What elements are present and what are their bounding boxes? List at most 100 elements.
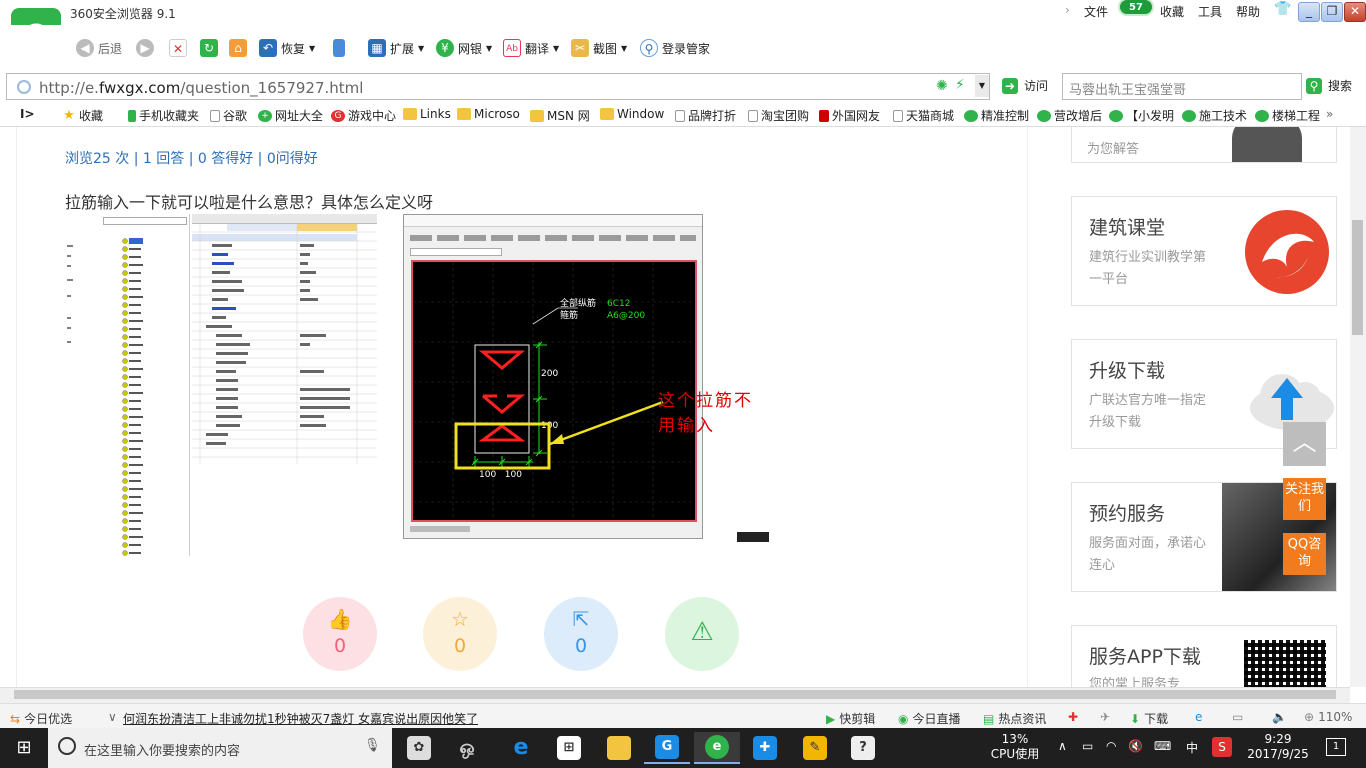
pin-icon[interactable]: ✈ [1100,710,1110,724]
security-icon[interactable]: ✺ [936,78,948,94]
fav-item-1[interactable]: 手机收藏夹 [128,107,199,124]
sogou-ime-icon[interactable]: S [1212,737,1232,757]
cad-dimension-200: 200 [541,369,558,379]
search-input[interactable]: 马蓉出轨王宝强堂哥 [1062,73,1302,100]
today-live-button[interactable]: ◉ 今日直播 [898,710,961,727]
extend-button[interactable]: ▦ 扩展 ▼ [368,37,424,59]
quick-clip-button[interactable]: ▶ 快剪辑 [826,710,875,727]
taskbar-app-360browser[interactable]: e [694,732,740,764]
netbank-button[interactable]: ¥ 网银 ▼ [436,37,492,59]
url-input[interactable]: http://e.fwxgx.com/question_1657927.html… [6,73,990,100]
more-favorites-icon[interactable]: » [1326,107,1333,121]
taskbar-app-notes[interactable]: ✎ [792,732,838,764]
fav-item-3[interactable]: + 网址大全 [258,107,323,124]
url-dropdown-icon[interactable]: ▼ [975,75,989,97]
question-screenshot-image[interactable]: 全部纵筋 6C12 箍筋 A6@200 200 100 100 100 这个拉筋… [65,214,769,556]
restore-button[interactable]: ↶ 恢复 ▼ [259,37,315,59]
medical-cross-icon[interactable]: ✚ [1068,710,1078,724]
fav-item-5[interactable]: Links [403,107,451,121]
maximize-button[interactable]: ❐ [1321,2,1343,22]
taskbar-app-blue[interactable]: ✚ [742,732,788,764]
home-button[interactable]: ⌂ [229,37,247,59]
chevron-down-icon[interactable]: ∨ [108,710,117,724]
visit-button[interactable]: ➜ 访问 [1002,77,1048,94]
screenshot-button[interactable]: ✂ 截图 ▼ [571,37,627,59]
fav-item-9[interactable]: 品牌打折 [675,107,736,124]
fav-item-0[interactable]: ★ 收藏 [62,107,103,124]
tray-expand-icon[interactable]: ∧ [1058,739,1067,753]
translate-button[interactable]: Ab 翻译 ▼ [503,37,559,59]
share-button[interactable]: ⇱ 0 [544,597,618,671]
skin-shirt-icon[interactable]: 👕 [1274,1,1291,17]
favorite-button[interactable]: ☆ 0 [423,597,497,671]
forward-button[interactable]: ▶ [136,37,154,59]
service-card-top[interactable]: 为您解答 [1071,127,1337,163]
window-icon[interactable]: ▭ [1232,710,1243,724]
start-button[interactable]: ⊞ [0,728,48,768]
zoom-control[interactable]: ⊕ 110% [1304,710,1352,724]
refresh-button[interactable]: ↻ [200,37,218,59]
back-button[interactable]: ◀ 后退 [76,37,122,59]
volume-mute-icon[interactable]: 🔇 [1128,739,1143,753]
fav-item-4[interactable]: G 游戏中心 [331,107,396,124]
taskbar-app-taskview[interactable]: ✿ [396,732,442,764]
menu-tools[interactable]: 工具 [1198,3,1222,20]
horizontal-scrollbar-thumb[interactable] [14,690,1336,699]
battery-icon[interactable]: ▭ [1082,739,1093,753]
menu-file[interactable]: 文件 [1084,3,1108,20]
keyboard-icon[interactable]: ⌨ [1154,739,1171,753]
download-button[interactable]: ⬇ 下载 [1130,710,1168,727]
clock[interactable]: 9:29 2017/9/25 [1240,732,1316,762]
taskbar-app-explorer[interactable] [596,732,642,764]
fav-item-13[interactable]: 精准控制 [964,107,1029,124]
fav-item-12[interactable]: 天猫商城 [893,107,954,124]
sidebar-card-app[interactable]: 服务APP下载 您的掌上服务专 [1071,625,1337,687]
menu-help[interactable]: 帮助 [1236,3,1260,20]
network-icon[interactable]: ◠ [1106,739,1116,753]
fav-item-8[interactable]: Window [600,107,664,121]
taskbar-app-help[interactable]: ? [840,732,886,764]
sidebar-toggle-icon[interactable]: I> [20,107,35,121]
taskbar-app-edge[interactable]: e [498,732,544,764]
notification-center-button[interactable]: 1 [1326,738,1346,756]
ie-icon[interactable]: e [1195,710,1202,724]
like-button[interactable]: 👍 0 [303,597,377,671]
back-to-top-button[interactable]: ︿ [1283,422,1326,466]
speed-mode-icon[interactable]: ⚡ [955,77,965,93]
microphone-icon[interactable]: 🎙 [364,738,381,753]
taskbar-app-swirl[interactable]: ஒ [444,732,490,764]
vertical-scrollbar-thumb[interactable] [1352,220,1363,335]
volume-icon[interactable]: 🔈 [1272,710,1287,724]
today-picks-button[interactable]: ⇆ 今日优选 [10,710,72,727]
ime-indicator[interactable]: 中 [1186,739,1198,756]
qr-code-icon[interactable] [1244,640,1326,687]
login-manager-button[interactable]: ⚲ 登录管家 [640,37,710,59]
fav-item-10[interactable]: 淘宝团购 [748,107,809,124]
hot-news-button[interactable]: ▤ 热点资讯 [983,710,1046,727]
notification-badge[interactable]: 57 [1118,0,1154,16]
fav-item-11[interactable]: 外国网友 [819,107,880,124]
taskbar-search-input[interactable]: 在这里输入你要搜索的内容 🎙 [48,728,392,768]
minimize-button[interactable]: _ [1298,2,1320,22]
follow-us-button[interactable]: 关注我们 [1283,478,1326,520]
vertical-scrollbar[interactable] [1350,127,1366,687]
cpu-usage-indicator[interactable]: 13% CPU使用 [985,732,1045,762]
taskbar-app-glodon[interactable]: G [644,732,690,764]
report-button[interactable]: ⚠ [665,597,739,671]
fav-item-2[interactable]: 谷歌 [210,107,247,124]
fav-item-14[interactable]: 营改增后 [1037,107,1102,124]
menu-favorites[interactable]: 收藏 [1160,3,1184,20]
fav-item-6[interactable]: Microso [457,107,520,121]
stop-button[interactable]: ✕ [169,37,187,59]
fav-item-7[interactable]: MSN 网 [530,107,590,124]
qq-consult-button[interactable]: QQ咨询 [1283,533,1326,575]
taskbar-app-store[interactable]: ⊞ [546,732,592,764]
mobile-button[interactable] [333,37,345,59]
close-button[interactable]: ✕ [1344,2,1366,22]
news-ticker-link[interactable]: 何润东扮清洁工上非诚勿扰1秒钟被灭7盏灯 女嘉宾说出原因他笑了 [123,710,478,727]
fav-item-16[interactable]: 施工技术 [1182,107,1247,124]
sidebar-card-course[interactable]: 建筑课堂 建筑行业实训教学第一平台 [1071,196,1337,306]
fav-item-17[interactable]: 楼梯工程 [1255,107,1320,124]
search-button[interactable]: ⚲ 搜索 [1306,77,1352,94]
fav-item-15[interactable]: 【小发明 [1109,107,1174,124]
